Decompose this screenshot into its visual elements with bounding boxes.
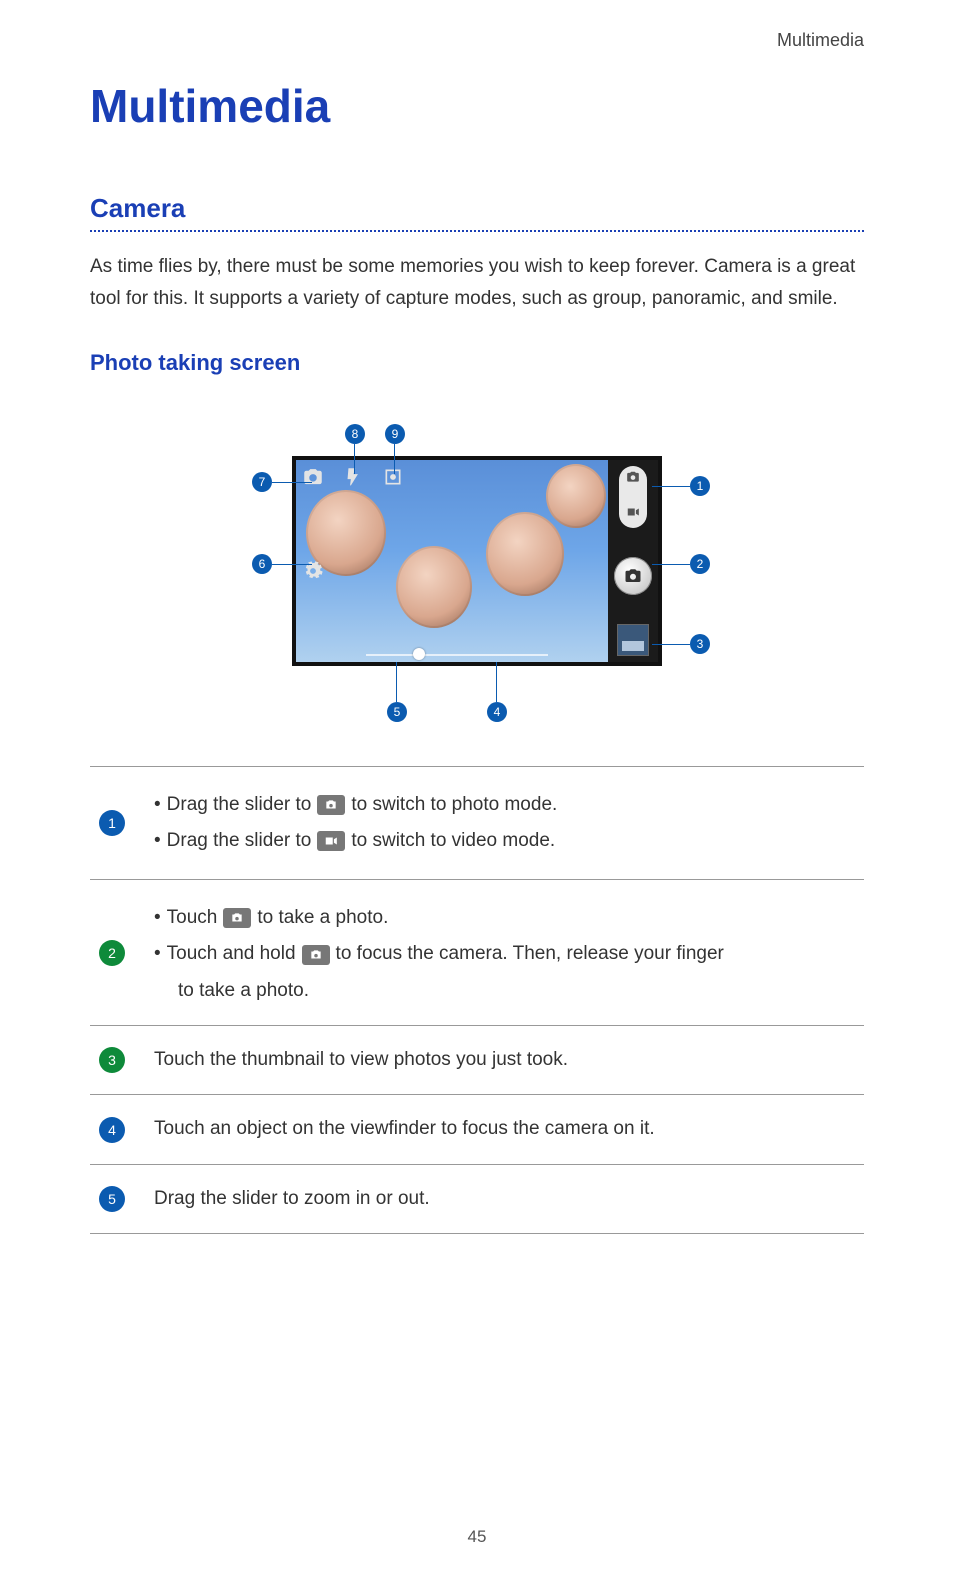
- badge-2: 2: [99, 940, 125, 966]
- person-silhouette: [396, 546, 472, 628]
- legend-num-2: 2: [94, 940, 130, 966]
- legend-row-4: 4 Touch an object on the viewfinder to f…: [90, 1095, 864, 1164]
- legend-content-1: Drag the slider to to switch to photo mo…: [154, 785, 860, 862]
- legend-row-5: 5 Drag the slider to zoom in or out.: [90, 1165, 864, 1234]
- person-silhouette: [546, 464, 606, 528]
- switch-camera-icon[interactable]: [302, 466, 324, 488]
- leader-2: [652, 564, 690, 565]
- legend-content-5: Drag the slider to zoom in or out.: [154, 1183, 860, 1215]
- legend-2a-pre: Touch: [154, 902, 217, 934]
- callout-4: 4: [487, 702, 507, 722]
- person-silhouette: [486, 512, 564, 596]
- legend-num-1: 1: [94, 810, 130, 836]
- callout-1: 1: [690, 476, 710, 496]
- camera-icon: [302, 945, 330, 965]
- camera-screen-frame: [292, 456, 662, 666]
- manual-page: Multimedia Multimedia Camera As time fli…: [0, 0, 954, 1577]
- legend-table: 1 Drag the slider to to switch to photo …: [90, 766, 864, 1234]
- callout-7: 7: [252, 472, 272, 492]
- legend-2a-post: to take a photo.: [257, 902, 388, 934]
- legend-1b-post: to switch to video mode.: [351, 825, 555, 857]
- page-title: Multimedia: [90, 79, 864, 133]
- callout-2: 2: [690, 554, 710, 574]
- intro-paragraph: As time flies by, there must be some mem…: [90, 251, 864, 316]
- leader-9: [394, 444, 395, 474]
- section-divider: [90, 230, 864, 232]
- zoom-slider[interactable]: [366, 652, 548, 656]
- video-mode-icon: [317, 831, 345, 851]
- viewfinder[interactable]: [296, 460, 608, 662]
- photo-mode-icon: [626, 470, 640, 489]
- legend-2b-mid: to focus the camera. Then, release your …: [336, 938, 724, 970]
- callout-8: 8: [345, 424, 365, 444]
- badge-3: 3: [99, 1047, 125, 1073]
- leader-4: [496, 662, 497, 702]
- flash-icon[interactable]: [342, 466, 364, 488]
- camera-sidebar: [608, 460, 658, 662]
- leader-5: [396, 662, 397, 702]
- legend-1a-pre: Drag the slider to: [154, 789, 311, 821]
- mode-slider[interactable]: [619, 466, 647, 528]
- zoom-track-line: [366, 654, 548, 656]
- header-breadcrumb: Multimedia: [90, 30, 864, 51]
- effects-icon[interactable]: [382, 466, 404, 488]
- page-number: 45: [0, 1527, 954, 1547]
- legend-num-5: 5: [94, 1186, 130, 1212]
- badge-4: 4: [99, 1117, 125, 1143]
- callout-3: 3: [690, 634, 710, 654]
- zoom-knob[interactable]: [413, 648, 425, 660]
- leader-3: [652, 644, 690, 645]
- leader-1: [652, 486, 690, 487]
- legend-content-2: Touch to take a photo. Touch and hold to…: [154, 898, 860, 1007]
- video-mode-icon: [626, 505, 640, 524]
- section-title-camera: Camera: [90, 193, 864, 224]
- shutter-button[interactable]: [614, 557, 652, 595]
- legend-content-3: Touch the thumbnail to view photos you j…: [154, 1044, 860, 1076]
- leader-7: [272, 482, 312, 483]
- subsection-title: Photo taking screen: [90, 350, 864, 376]
- legend-content-4: Touch an object on the viewfinder to foc…: [154, 1113, 860, 1145]
- legend-2b-pre: Touch and hold: [154, 938, 296, 970]
- legend-row-2: 2 Touch to take a photo. Touch and hold …: [90, 880, 864, 1026]
- callout-5: 5: [387, 702, 407, 722]
- callout-9: 9: [385, 424, 405, 444]
- legend-row-1: 1 Drag the slider to to switch to photo …: [90, 767, 864, 881]
- leader-8: [354, 444, 355, 474]
- thumbnail-preview[interactable]: [617, 624, 649, 656]
- callout-6: 6: [252, 554, 272, 574]
- camera-topbar: [302, 466, 404, 488]
- legend-num-3: 3: [94, 1047, 130, 1073]
- leader-6: [272, 564, 312, 565]
- camera-icon: [223, 908, 251, 928]
- legend-num-4: 4: [94, 1117, 130, 1143]
- legend-1b-pre: Drag the slider to: [154, 825, 311, 857]
- camera-diagram: 8 9 7 6 1 2 3 5 4: [242, 406, 712, 726]
- badge-1: 1: [99, 810, 125, 836]
- photo-mode-icon: [317, 795, 345, 815]
- badge-5: 5: [99, 1186, 125, 1212]
- legend-1a-post: to switch to photo mode.: [351, 789, 557, 821]
- legend-2b-post: to take a photo.: [154, 975, 860, 1007]
- legend-row-3: 3 Touch the thumbnail to view photos you…: [90, 1026, 864, 1095]
